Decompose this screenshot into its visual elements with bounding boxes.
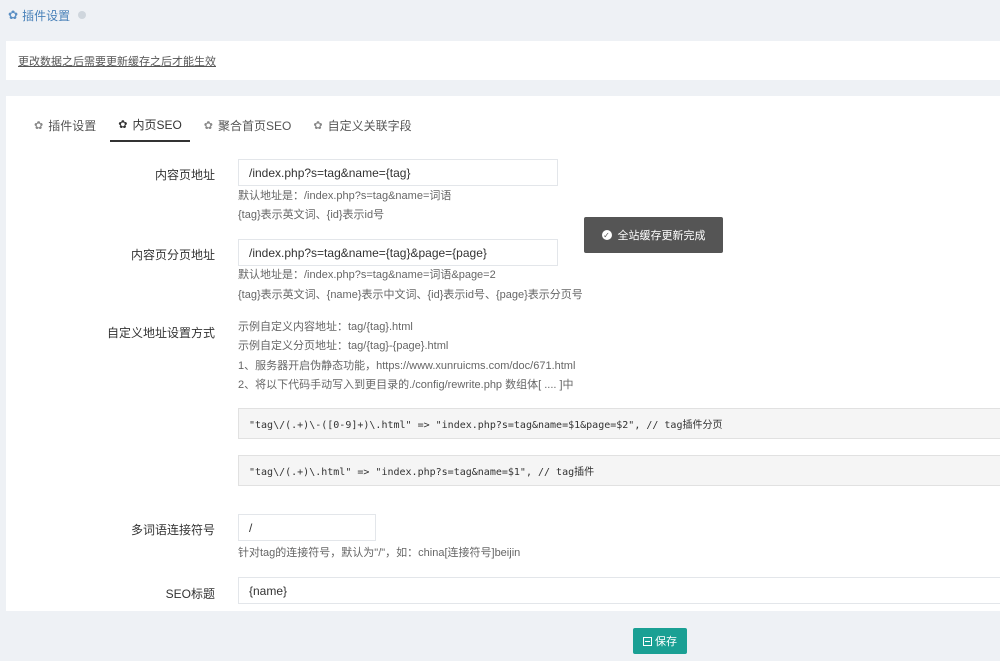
page-header: ✿ 插件设置 bbox=[0, 0, 1000, 30]
notice-link[interactable]: 更改数据之后需要更新缓存之后才能生效 bbox=[18, 53, 216, 69]
gear-icon: ✿ bbox=[8, 8, 19, 22]
custom-example-1: 示例自定义内容地址：tag/{tag}.html bbox=[238, 321, 413, 333]
tab-label: 自定义关联字段 bbox=[327, 118, 412, 133]
page-title: 插件设置 bbox=[22, 8, 71, 23]
rewrite-code-page: "tag\/(.+)\-([0-9]+)\.html" => "index.ph… bbox=[238, 408, 1000, 439]
separator-input[interactable]: / bbox=[238, 514, 376, 541]
tab-home-seo[interactable]: ✿ 聚合首页SEO bbox=[196, 110, 300, 142]
content-url-help-2: {tag}表示英文词、{id}表示id号 bbox=[238, 209, 385, 221]
seo-title-label: SEO标题 bbox=[165, 587, 215, 601]
gear-icon: ✿ bbox=[118, 118, 128, 131]
save-label: 保存 bbox=[655, 636, 677, 648]
page-url-input[interactable]: /index.php?s=tag&name={tag}&page={page} bbox=[238, 239, 558, 266]
custom-url-label: 自定义地址设置方式 bbox=[106, 326, 215, 340]
cache-toast: ✓ 全站缓存更新完成 bbox=[584, 217, 723, 253]
save-icon bbox=[643, 636, 652, 646]
tab-plugin-settings[interactable]: ✿ 插件设置 bbox=[26, 110, 104, 142]
content-url-help-1: 默认地址是：/index.php?s=tag&name=词语 bbox=[238, 190, 452, 202]
notice-bar: 更改数据之后需要更新缓存之后才能生效 bbox=[6, 41, 1000, 80]
gear-icon: ✿ bbox=[34, 119, 44, 132]
page-url-label: 内容页分页地址 bbox=[130, 248, 215, 262]
page-url-help-1: 默认地址是：/index.php?s=tag&name=词语&page=2 bbox=[238, 269, 496, 281]
toast-text: 全站缓存更新完成 bbox=[617, 230, 706, 242]
gear-icon: ✿ bbox=[203, 119, 214, 132]
tab-custom-fields[interactable]: ✿ 自定义关联字段 bbox=[305, 110, 419, 142]
status-dot-icon bbox=[78, 11, 87, 19]
check-circle-icon: ✓ bbox=[601, 230, 612, 240]
separator-help: 针对tag的连接符号，默认为"/"，如：china[连接符号]beijin bbox=[238, 547, 521, 559]
settings-panel: ✿ 插件设置 ✿ 内页SEO ✿ 聚合首页SEO ✿ 自定义关联字段 内容页地址… bbox=[6, 96, 1000, 611]
save-button[interactable]: 保存 bbox=[633, 628, 687, 654]
custom-step-2: 2、将以下代码手动写入到更目录的./config/rewrite.php 数组体… bbox=[238, 379, 574, 391]
content-url-label: 内容页地址 bbox=[154, 168, 215, 182]
gear-icon: ✿ bbox=[313, 119, 323, 132]
tab-label: 插件设置 bbox=[48, 118, 97, 133]
footer-bar: 保存 bbox=[0, 611, 1000, 661]
custom-example-2: 示例自定义分页地址：tag/{tag}-{page}.html bbox=[238, 340, 449, 352]
separator-label: 多词语连接符号 bbox=[130, 523, 215, 537]
tab-label: 聚合首页SEO bbox=[218, 118, 292, 133]
page-url-help-2: {tag}表示英文词、{name}表示中文词、{id}表示id号、{page}表… bbox=[238, 289, 583, 301]
custom-step-1: 1、服务器开启伪静态功能，https://www.xunruicms.com/d… bbox=[238, 360, 576, 372]
rewrite-code-tag: "tag\/(.+)\.html" => "index.php?s=tag&na… bbox=[238, 455, 1000, 486]
seo-title-input[interactable]: {name} bbox=[238, 577, 1000, 604]
content-url-input[interactable]: /index.php?s=tag&name={tag} bbox=[238, 159, 558, 186]
tab-label: 内页SEO bbox=[132, 117, 182, 132]
tab-inner-seo[interactable]: ✿ 内页SEO bbox=[110, 110, 190, 142]
tab-bar: ✿ 插件设置 ✿ 内页SEO ✿ 聚合首页SEO ✿ 自定义关联字段 bbox=[26, 110, 426, 142]
